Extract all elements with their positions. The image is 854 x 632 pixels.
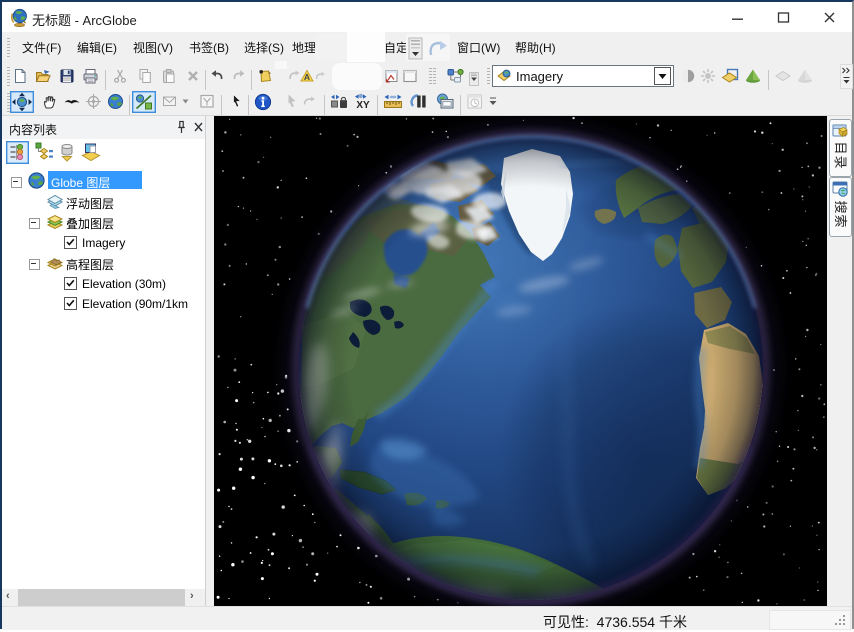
svg-text:A: A bbox=[304, 72, 310, 82]
svg-text:XY: XY bbox=[356, 100, 370, 110]
